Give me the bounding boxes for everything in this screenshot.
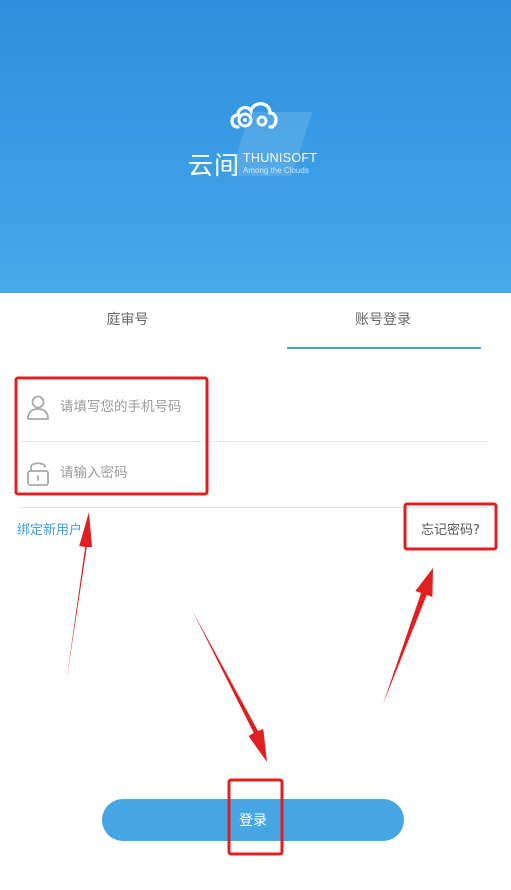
phone-field	[20, 375, 488, 442]
brand-name-en: THUNISOFT	[243, 151, 318, 165]
lock-icon	[27, 462, 49, 486]
password-input[interactable]	[60, 458, 480, 488]
phone-input[interactable]	[60, 392, 480, 422]
annotation-arrow-login	[192, 610, 267, 762]
tab-account-login[interactable]: 账号登录	[255, 293, 511, 348]
header-banner: 云间 THUNISOFT Among the Clouds	[0, 0, 511, 293]
annotation-arrow-forgot	[383, 568, 433, 704]
forgot-password-link[interactable]: 忘记密码?	[421, 519, 480, 538]
brand-tagline: Among the Clouds	[243, 166, 309, 175]
bind-new-user-link[interactable]: 绑定新用户	[17, 519, 82, 538]
user-icon	[27, 395, 49, 420]
password-field	[20, 441, 488, 508]
active-tab-indicator	[287, 347, 481, 349]
cloud-logo-icon	[230, 102, 278, 129]
brand-name-cn: 云间	[188, 151, 241, 180]
login-button[interactable]: 登录	[102, 799, 404, 841]
tab-court-number[interactable]: 庭审号	[0, 293, 255, 348]
